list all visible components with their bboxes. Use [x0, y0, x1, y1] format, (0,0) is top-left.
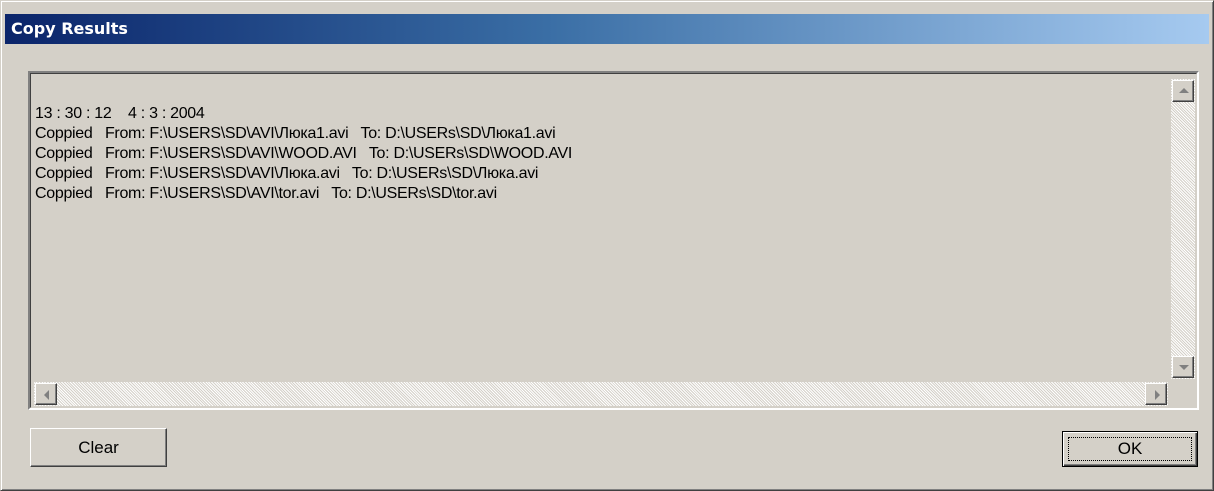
clear-button[interactable]: Clear	[30, 428, 167, 467]
scroll-right-button[interactable]	[1145, 383, 1167, 405]
vertical-scrollbar[interactable]	[1171, 79, 1195, 379]
horizontal-scrollbar[interactable]	[34, 382, 1168, 406]
scroll-down-button[interactable]	[1172, 356, 1194, 378]
copy-results-dialog: Copy Results 13 : 30 : 12 4 : 3 : 2004 C…	[0, 0, 1214, 491]
arrow-left-icon	[44, 390, 49, 400]
arrow-up-icon	[1179, 88, 1189, 93]
log-line: Coppied From: F:\USERS\SD\AVI\Люка.avi T…	[35, 165, 539, 182]
ok-button[interactable]: OK	[1062, 431, 1198, 467]
title-bar[interactable]: Copy Results	[5, 14, 1209, 44]
log-textbox-inner: 13 : 30 : 12 4 : 3 : 2004 Coppied From: …	[30, 73, 1197, 408]
log-line-timestamp: 13 : 30 : 12 4 : 3 : 2004	[35, 105, 205, 122]
scrollbar-corner	[1171, 382, 1195, 406]
log-line: Coppied From: F:\USERS\SD\AVI\Люка1.avi …	[35, 125, 556, 142]
scroll-up-button[interactable]	[1172, 80, 1194, 102]
log-content[interactable]: 13 : 30 : 12 4 : 3 : 2004 Coppied From: …	[35, 104, 1155, 374]
ok-button-label: OK	[1068, 437, 1192, 461]
arrow-down-icon	[1179, 365, 1189, 370]
log-line: Coppied From: F:\USERS\SD\AVI\WOOD.AVI T…	[35, 145, 573, 162]
arrow-right-icon	[1155, 390, 1160, 400]
log-textbox[interactable]: 13 : 30 : 12 4 : 3 : 2004 Coppied From: …	[28, 71, 1199, 410]
window-title: Copy Results	[11, 19, 128, 38]
scroll-left-button[interactable]	[35, 383, 57, 405]
log-line: Coppied From: F:\USERS\SD\AVI\tor.avi To…	[35, 185, 497, 202]
